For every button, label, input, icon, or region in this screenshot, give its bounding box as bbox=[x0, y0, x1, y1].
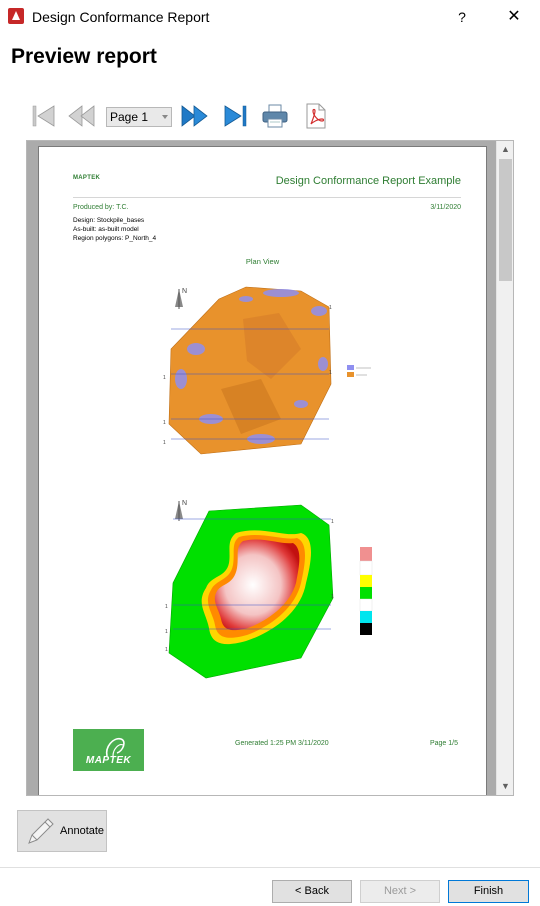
svg-text:1: 1 bbox=[165, 604, 168, 610]
svg-text:1: 1 bbox=[165, 647, 168, 653]
conformance-legend bbox=[347, 365, 371, 377]
first-page-button[interactable] bbox=[30, 100, 60, 132]
scroll-up-icon[interactable]: ▲ bbox=[497, 141, 513, 158]
print-button[interactable] bbox=[260, 100, 290, 132]
page-select[interactable]: Page 1 bbox=[106, 107, 172, 127]
previous-page-button[interactable] bbox=[66, 100, 96, 132]
maptek-logo: MAPTEK bbox=[73, 729, 144, 771]
vertical-scrollbar[interactable]: ▲ ▼ bbox=[496, 141, 513, 795]
pdf-icon bbox=[306, 103, 326, 129]
heatmap-legend bbox=[359, 547, 373, 635]
generated-timestamp: Generated 1:25 PM 3/11/2020 bbox=[235, 740, 329, 747]
header-logo: MAPTEK bbox=[73, 175, 101, 181]
next-page-icon bbox=[181, 105, 208, 127]
svg-text:1: 1 bbox=[163, 375, 166, 381]
svg-text:1: 1 bbox=[163, 440, 166, 446]
svg-text:1: 1 bbox=[165, 629, 168, 635]
annotate-label: Annotate bbox=[60, 825, 105, 837]
heatmap-map: N 1 1 1 1 1 bbox=[165, 500, 373, 679]
last-page-icon bbox=[224, 105, 247, 127]
printer-icon bbox=[262, 104, 288, 128]
svg-text:1: 1 bbox=[163, 420, 166, 426]
export-pdf-button[interactable] bbox=[300, 100, 330, 132]
previous-page-icon bbox=[68, 105, 95, 127]
last-page-button[interactable] bbox=[220, 100, 250, 132]
report-preview[interactable]: MAPTEK Design Conformance Report Example… bbox=[26, 140, 514, 796]
header-divider bbox=[73, 197, 461, 198]
next-page-button[interactable] bbox=[180, 100, 210, 132]
finish-button[interactable]: Finish bbox=[448, 880, 529, 903]
plan-view-label: Plan View bbox=[245, 257, 280, 266]
page-select-value: Page 1 bbox=[110, 110, 149, 124]
chevron-down-icon bbox=[162, 115, 168, 119]
north-arrow-icon: N bbox=[175, 500, 187, 521]
report-title: Design Conformance Report Example bbox=[275, 175, 461, 187]
page-title: Preview report bbox=[11, 45, 157, 68]
produced-by: Produced by: T.C. bbox=[73, 204, 129, 211]
title-bar: Design Conformance Report ? ✕ bbox=[0, 0, 540, 34]
window-title: Design Conformance Report bbox=[32, 9, 210, 25]
scroll-down-icon[interactable]: ▼ bbox=[497, 778, 513, 795]
next-button[interactable]: Next > bbox=[360, 880, 440, 903]
first-page-icon bbox=[32, 105, 55, 127]
svg-text:1: 1 bbox=[331, 594, 334, 600]
svg-text:N: N bbox=[182, 288, 187, 295]
scroll-thumb[interactable] bbox=[499, 159, 512, 281]
report-page: MAPTEK Design Conformance Report Example… bbox=[38, 146, 487, 795]
page-number: Page 1/5 bbox=[429, 740, 458, 747]
annotate-button[interactable]: Annotate bbox=[17, 810, 107, 852]
logo-text: MAPTEK bbox=[85, 755, 132, 766]
back-button[interactable]: < Back bbox=[272, 880, 352, 903]
design-info: Design: Stockpile_bases bbox=[73, 217, 145, 224]
report-date: 3/11/2020 bbox=[430, 204, 461, 211]
as-built-info: As-built: as-built model bbox=[73, 226, 139, 233]
svg-text:1: 1 bbox=[329, 305, 332, 311]
app-icon bbox=[8, 8, 24, 24]
close-button[interactable]: ✕ bbox=[500, 4, 528, 30]
svg-text:1: 1 bbox=[329, 370, 332, 376]
svg-text:N: N bbox=[182, 500, 187, 507]
help-button[interactable]: ? bbox=[448, 4, 476, 30]
region-polygons-info: Region polygons: P_North_4 bbox=[73, 235, 157, 242]
conformance-map: N 1 1 1 11 bbox=[163, 286, 371, 455]
north-arrow-icon: N bbox=[175, 288, 187, 309]
pencil-icon bbox=[28, 818, 54, 844]
svg-text:1: 1 bbox=[331, 519, 334, 525]
footer-divider bbox=[0, 867, 540, 868]
preview-toolbar: Page 1 bbox=[30, 100, 350, 134]
